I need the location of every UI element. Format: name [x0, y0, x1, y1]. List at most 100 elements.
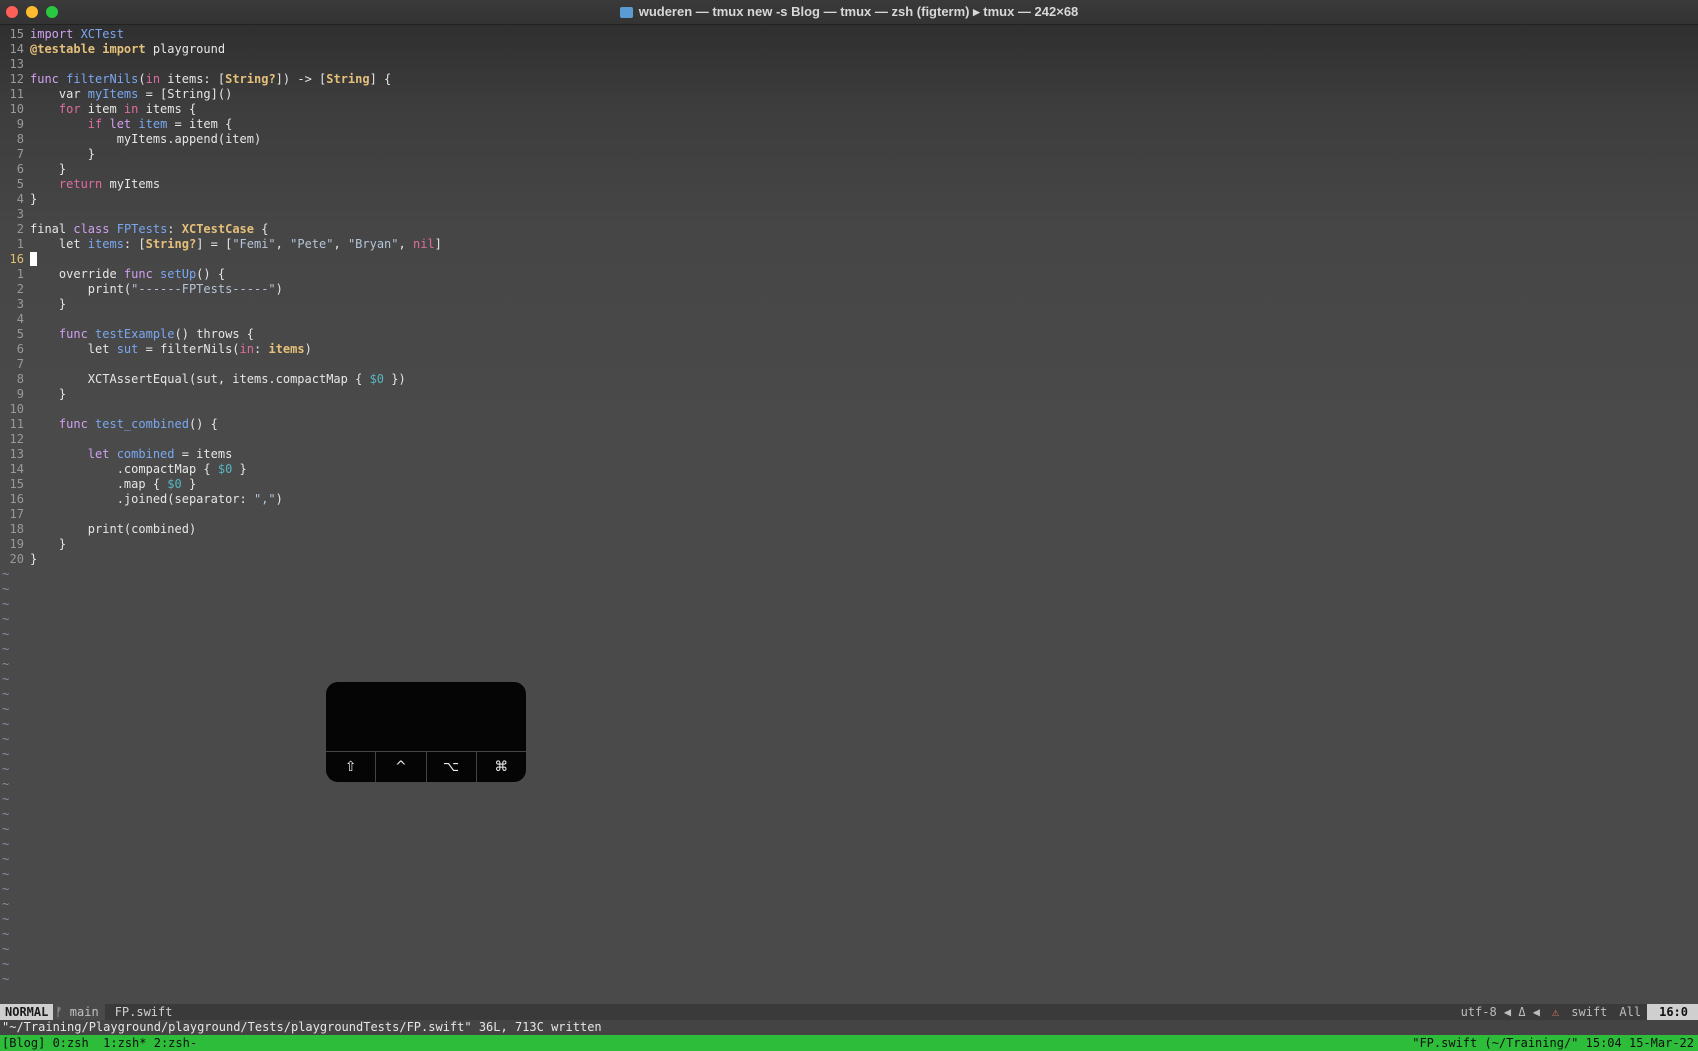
code-line[interactable]: 2 print("------FPTests-----"): [0, 282, 1698, 297]
line-number: 6: [16, 342, 24, 356]
code-line[interactable]: 3 }: [0, 297, 1698, 312]
code-text: func test_combined() {: [30, 417, 218, 432]
code-text: }: [30, 297, 66, 312]
code-token: item: [87, 102, 124, 116]
code-line[interactable]: 4}: [0, 192, 1698, 207]
code-token: nil: [412, 237, 435, 251]
code-line[interactable]: 10 for item in items {: [0, 102, 1698, 117]
code-token: myItems.append(item): [30, 132, 262, 146]
code-line[interactable]: 4: [0, 312, 1698, 327]
terminal-area[interactable]: 15 import XCTest 14 @testable import playgr…: [0, 25, 1698, 1051]
code-token: XCTest: [80, 27, 124, 41]
tmux-windows-list[interactable]: [Blog] 0:zsh 1:zsh* 2:zsh-: [0, 1035, 197, 1051]
code-token: ]: [434, 237, 442, 251]
code-line[interactable]: 15 .map { $0 }: [0, 477, 1698, 492]
tmux-status-bar: [Blog] 0:zsh 1:zsh* 2:zsh- "FP.swift (~/…: [0, 1035, 1698, 1051]
line-number: 14: [9, 462, 24, 476]
code-token: (: [138, 72, 146, 86]
code-token: "Bryan": [347, 237, 399, 251]
line-number: 1: [16, 237, 24, 251]
code-line[interactable]: 11 func test_combined() {: [0, 417, 1698, 432]
code-token: String?: [225, 72, 276, 86]
code-line[interactable]: 8 myItems.append(item): [0, 132, 1698, 147]
line-number: 4: [16, 192, 24, 206]
code-token: @testable: [30, 42, 103, 56]
code-text: import XCTest: [30, 27, 124, 42]
code-token: : [: [123, 237, 146, 251]
code-token: () throws {: [174, 327, 254, 341]
code-line[interactable]: 10: [0, 402, 1698, 417]
file-encoding: utf-8 ◀ Δ ◀: [1460, 1005, 1541, 1019]
code-line[interactable]: 15 import XCTest: [0, 27, 1698, 42]
code-token: String: [326, 72, 370, 86]
empty-buffer-line: ~: [2, 597, 10, 611]
vim-statusline: NORMAL ᚠ main FP.swift utf-8 ◀ Δ ◀ ⚠ swi…: [0, 1004, 1698, 1020]
code-text: XCTAssertEqual(sut, items.compactMap { $…: [30, 372, 406, 387]
code-line[interactable]: 1 let items: [String?] = ["Femi", "Pete"…: [0, 237, 1698, 252]
window-title-bar-text: wuderen — tmux new -s Blog — tmux — zsh …: [0, 0, 1698, 24]
code-token: XCTAssertEqual(sut, items.compactMap {: [30, 372, 370, 386]
code-line[interactable]: 9 if let item = item {: [0, 117, 1698, 132]
code-line[interactable]: 14 @testable import playground: [0, 42, 1698, 57]
vim-command-line[interactable]: "~/Training/Playground/playground/Tests/…: [0, 1020, 1698, 1035]
code-token: ): [304, 342, 312, 356]
code-text: .compactMap { $0 }: [30, 462, 247, 477]
code-token: = filterNils(: [138, 342, 240, 356]
empty-buffer-line: ~: [2, 672, 10, 686]
code-line[interactable]: 5 return myItems: [0, 177, 1698, 192]
code-text: func testExample() throws {: [30, 327, 254, 342]
code-line[interactable]: 3: [0, 207, 1698, 222]
code-token: }: [30, 387, 67, 401]
code-line[interactable]: 8 XCTAssertEqual(sut, items.compactMap {…: [0, 372, 1698, 387]
code-line[interactable]: 13: [0, 57, 1698, 72]
line-number: 16: [9, 252, 24, 266]
status-right: utf-8 ◀ Δ ◀ ⚠ swift All 16:0: [1455, 1004, 1698, 1020]
code-text: if let item = item {: [30, 117, 233, 132]
line-number: 16: [9, 492, 24, 506]
folder-icon: [619, 6, 633, 18]
code-line[interactable]: 16: [0, 252, 1698, 267]
empty-buffer-line: ~: [2, 642, 10, 656]
line-number: 3: [16, 297, 24, 311]
code-line[interactable]: 5 func testExample() throws {: [0, 327, 1698, 342]
code-token: FPTests: [116, 222, 168, 236]
code-line[interactable]: 6 let sut = filterNils(in: items): [0, 342, 1698, 357]
code-line[interactable]: 12: [0, 432, 1698, 447]
code-token: {: [254, 222, 269, 236]
code-line[interactable]: 9 }: [0, 387, 1698, 402]
code-line[interactable]: 20}: [0, 552, 1698, 567]
code-line[interactable]: 16 .joined(separator: ","): [0, 492, 1698, 507]
code-token: class: [73, 222, 117, 236]
code-token: }: [232, 462, 247, 476]
code-line[interactable]: 11 var myItems = [String](): [0, 87, 1698, 102]
line-number: 11: [9, 417, 24, 431]
empty-buffer-line: ~: [2, 882, 10, 896]
code-line[interactable]: 13 let combined = items: [0, 447, 1698, 462]
code-line[interactable]: 19 }: [0, 537, 1698, 552]
line-number: 10: [9, 102, 24, 116]
line-number: 18: [9, 522, 24, 536]
code-token: print(combined): [30, 522, 197, 536]
vim-editor[interactable]: 15 import XCTest 14 @testable import playgr…: [0, 27, 1698, 987]
code-line[interactable]: 7: [0, 357, 1698, 372]
code-line[interactable]: 1 override func setUp() {: [0, 267, 1698, 282]
line-number: 19: [9, 537, 24, 551]
code-token: ,: [398, 237, 413, 251]
code-token: playground: [152, 42, 226, 56]
code-text: print(combined): [30, 522, 196, 537]
line-number: 15: [9, 477, 24, 491]
code-text: }: [30, 537, 66, 552]
window-titlebar[interactable]: wuderen — tmux new -s Blog — tmux — zsh …: [0, 0, 1698, 25]
code-line[interactable]: 12 func filterNils(in items: [String?]) -…: [0, 72, 1698, 87]
line-number: 13: [9, 57, 24, 71]
code-token: }: [30, 192, 38, 206]
line-number: 12: [9, 72, 24, 86]
code-line[interactable]: 7 }: [0, 147, 1698, 162]
code-line[interactable]: 17: [0, 507, 1698, 522]
code-line[interactable]: 14 .compactMap { $0 }: [0, 462, 1698, 477]
code-line[interactable]: 6 }: [0, 162, 1698, 177]
code-line[interactable]: 2 final class FPTests: XCTestCase {: [0, 222, 1698, 237]
code-line[interactable]: 18 print(combined): [0, 522, 1698, 537]
line-number: 9: [16, 117, 24, 131]
code-token: $0: [217, 462, 233, 476]
